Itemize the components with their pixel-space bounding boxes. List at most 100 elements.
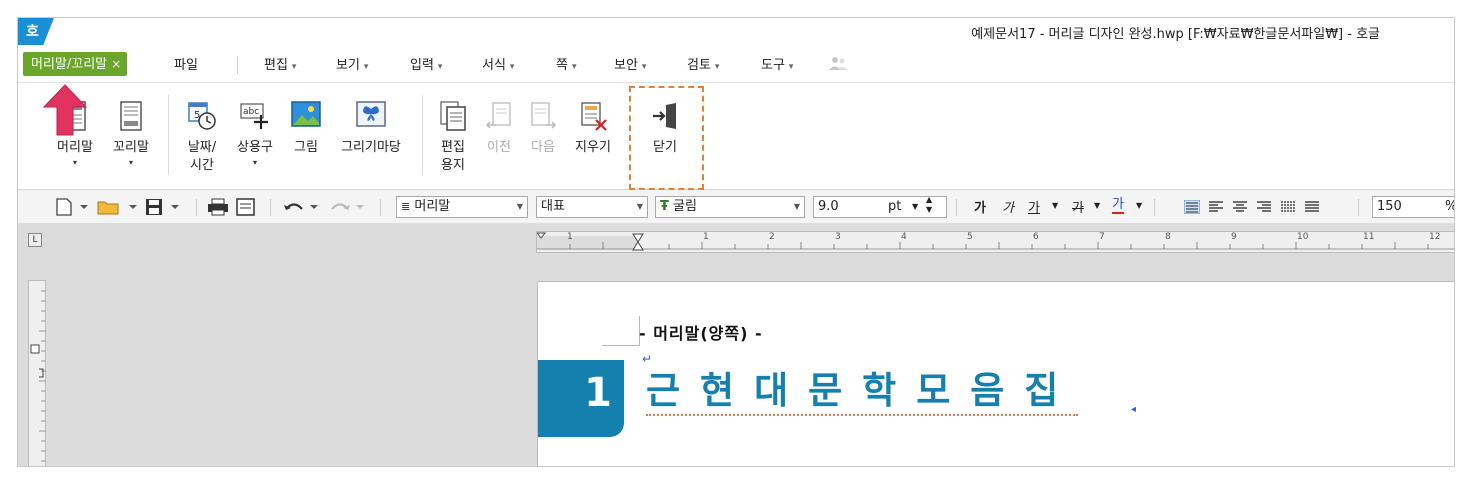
- erase-button-label: 지우기: [575, 140, 611, 155]
- chevron-down-icon[interactable]: ▾: [50, 158, 100, 167]
- previous-button-label: 이전: [487, 140, 511, 155]
- zoom-unit: %: [1445, 197, 1454, 217]
- chevron-down-icon[interactable]: ▼: [1136, 201, 1142, 210]
- menu-edit[interactable]: 편집 ▾: [264, 54, 296, 73]
- butterfly-icon: [356, 101, 386, 127]
- italic-button[interactable]: 가: [1002, 197, 1014, 216]
- tab-header-footer[interactable]: 머리말/꼬리말 ×: [23, 52, 128, 76]
- vertical-ruler[interactable]: [28, 280, 46, 466]
- new-document-icon[interactable]: [54, 197, 94, 217]
- font-size-input[interactable]: 9.0 pt ▼ ▲ ▼: [813, 196, 947, 218]
- footer-button[interactable]: 꼬리말 ▾: [106, 83, 156, 187]
- phrases-button[interactable]: abc 상용구 ▾: [230, 83, 280, 187]
- chevron-down-icon: ▾: [788, 62, 794, 72]
- ruler-tick: 1: [567, 232, 573, 242]
- ribbon: 머리말 ▾ 꼬리말 ▾ 5 날짜/ 시간 abc 상용구 ▾ 그림 그리기마당 …: [18, 82, 1454, 190]
- underline-button[interactable]: 가: [1028, 197, 1040, 216]
- format-toolbar: ≣ 머리말 ▼ 대표 ▼ Ŧ 굴림 ▼ 9.0 pt ▼ ▲ ▼ 가 가 가 ▼ …: [18, 190, 1454, 224]
- toolbar-divider: [956, 199, 957, 216]
- open-folder-icon[interactable]: [96, 197, 142, 217]
- chevron-down-icon: ▾: [714, 62, 720, 72]
- style-icon: ≣: [401, 200, 411, 213]
- ruler-corner-button[interactable]: L: [28, 233, 42, 247]
- font-select[interactable]: Ŧ 굴림 ▼: [655, 196, 805, 218]
- close-icon[interactable]: ×: [111, 57, 121, 71]
- title-bar: 호 예제문서17 - 머리글 디자인 완성.hwp [F:₩자료₩한글문서파일₩…: [18, 18, 1454, 46]
- distribute-icon[interactable]: [1280, 200, 1296, 214]
- ruler-tick: 12: [1429, 232, 1441, 242]
- save-icon[interactable]: [144, 197, 184, 217]
- app-window: 호 예제문서17 - 머리글 디자인 완성.hwp [F:₩자료₩한글문서파일₩…: [17, 17, 1455, 467]
- picture-button[interactable]: 그림: [284, 83, 328, 187]
- menu-tools[interactable]: 도구 ▾: [761, 54, 793, 73]
- close-header-button[interactable]: 닫기: [640, 83, 690, 187]
- ruler-tick: 9: [1231, 232, 1237, 242]
- divide-icon[interactable]: [1304, 200, 1320, 214]
- menu-bar: 머리말/꼬리말 × 파일 편집 ▾ 보기 ▾ 입력 ▾ 서식 ▾ 쪽 ▾ 보안 ▾ 검토 ▾ 도…: [18, 46, 1454, 82]
- chapter-number-badge[interactable]: 1: [538, 360, 624, 437]
- menu-divider: [237, 56, 238, 74]
- chevron-down-icon[interactable]: ▼: [1094, 201, 1100, 210]
- font-size-unit: pt: [888, 199, 902, 214]
- font-type-icon: Ŧ: [660, 199, 669, 214]
- chevron-down-icon[interactable]: ▾: [106, 158, 156, 167]
- chevron-down-icon[interactable]: ▼: [912, 197, 918, 217]
- document-title[interactable]: 근현대문학모음집: [646, 368, 1079, 416]
- stepper-icon[interactable]: ▲ ▼: [926, 197, 932, 215]
- chevron-down-icon: ▾: [291, 62, 297, 72]
- document-workspace: L 1 1 2 3 4 5 6 7 8 9 10 11 12 - 머리말(양쪽)…: [18, 224, 1454, 466]
- align-left-icon[interactable]: [1208, 200, 1224, 214]
- chevron-down-icon: ▾: [571, 62, 577, 72]
- bold-button[interactable]: 가: [974, 197, 986, 216]
- toolbar-divider: [380, 199, 381, 216]
- language-select[interactable]: 대표 ▼: [536, 196, 648, 218]
- preview-icon[interactable]: [234, 197, 260, 217]
- edit-paper-label-2: 용지: [441, 158, 465, 173]
- document-page[interactable]: - 머리말(양쪽) - ↵ 1 근현대문학모음집 ◂: [537, 281, 1454, 466]
- menu-file[interactable]: 파일: [174, 54, 198, 73]
- drawing-gallery-button[interactable]: 그리기마당: [332, 83, 410, 187]
- align-justify-icon[interactable]: [1184, 200, 1200, 214]
- font-color-button[interactable]: 가: [1112, 197, 1124, 214]
- print-icon[interactable]: [206, 197, 232, 217]
- align-center-icon[interactable]: [1232, 200, 1248, 214]
- zoom-input[interactable]: 150 %: [1372, 196, 1454, 218]
- edit-paper-button[interactable]: 편집 용지: [430, 83, 476, 187]
- menu-insert[interactable]: 입력 ▾: [410, 54, 442, 73]
- menu-insert-label: 입력: [410, 58, 434, 73]
- header-button-label: 머리말: [57, 140, 93, 155]
- date-time-label-1: 날짜/: [187, 140, 217, 155]
- erase-button[interactable]: 지우기: [568, 83, 618, 187]
- user-icon[interactable]: [828, 55, 848, 71]
- undo-icon[interactable]: [282, 197, 326, 217]
- date-time-button[interactable]: 5 날짜/ 시간: [178, 83, 226, 187]
- ruler-tick: 6: [1033, 232, 1039, 242]
- chevron-down-icon[interactable]: ▾: [230, 158, 280, 167]
- align-right-icon[interactable]: [1256, 200, 1272, 214]
- next-button-label: 다음: [531, 140, 555, 155]
- ruler-tick: 3: [835, 232, 841, 242]
- style-select[interactable]: ≣ 머리말 ▼: [396, 196, 528, 218]
- previous-button[interactable]: 이전: [478, 83, 520, 187]
- menu-view[interactable]: 보기 ▾: [336, 54, 368, 73]
- menu-review[interactable]: 검토 ▾: [687, 54, 719, 73]
- ruler-tick: 2: [769, 232, 775, 242]
- menu-review-label: 검토: [687, 58, 711, 73]
- chevron-down-icon[interactable]: ▼: [1052, 201, 1058, 210]
- menu-page-label: 쪽: [556, 58, 568, 73]
- pointer-arrow-icon: [42, 84, 88, 136]
- redo-icon[interactable]: [328, 197, 372, 217]
- picture-button-label: 그림: [294, 140, 318, 155]
- chevron-down-icon: ▾: [363, 62, 369, 72]
- strikethrough-button[interactable]: 가: [1072, 197, 1084, 216]
- chevron-down-icon: ▾: [509, 62, 515, 72]
- header-guide-line: [602, 345, 640, 346]
- horizontal-ruler[interactable]: 1 1 2 3 4 5 6 7 8 9 10 11 12: [536, 231, 1454, 253]
- app-logo[interactable]: 호: [18, 18, 54, 45]
- date-time-label-2: 시간: [190, 158, 214, 173]
- next-button[interactable]: 다음: [522, 83, 564, 187]
- chevron-down-icon: ▼: [793, 202, 800, 211]
- menu-security[interactable]: 보안 ▾: [614, 54, 646, 73]
- menu-format[interactable]: 서식 ▾: [482, 54, 514, 73]
- menu-page[interactable]: 쪽 ▾: [556, 54, 577, 73]
